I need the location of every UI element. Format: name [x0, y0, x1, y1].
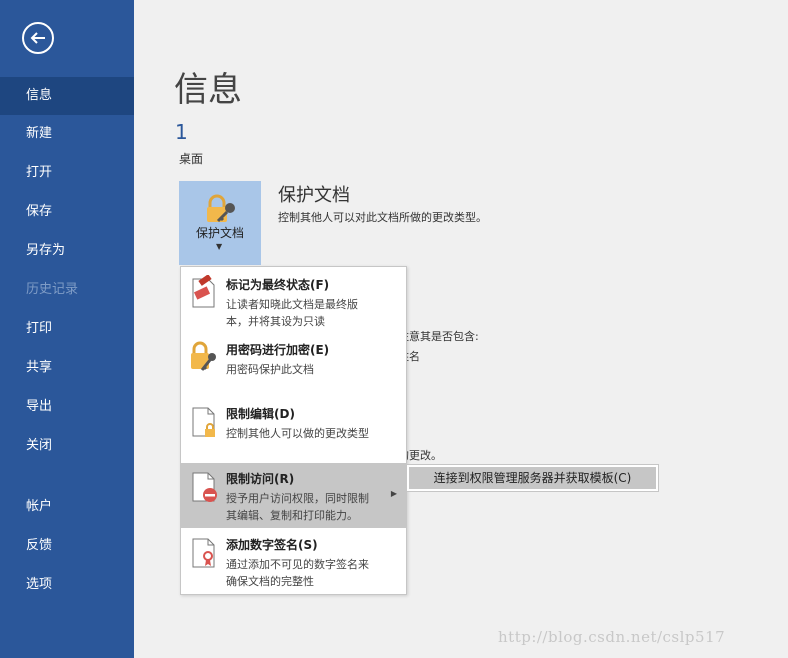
- menu-item-restrict-editing[interactable]: 限制编辑(D) 控制其他人可以做的更改类型: [181, 398, 406, 462]
- restrict-access-description: 授予用户访问权限，同时限制 其编辑、复制和打印能力。: [226, 492, 369, 522]
- backstage-sidebar: 信息 新建 打开 保存 另存为 历史记录 打印 共享 导出 关闭 帐户 反馈 选…: [0, 0, 134, 658]
- nav-save-as[interactable]: 另存为: [0, 232, 134, 270]
- inspect-fragment: 注意其是否包含:: [398, 330, 479, 343]
- watermark-text: http://blog.csdn.net/cslp517: [498, 628, 726, 646]
- encrypt-description: 用密码保护此文档: [226, 363, 314, 376]
- nav-save[interactable]: 保存: [0, 193, 134, 231]
- nav-account[interactable]: 帐户: [0, 488, 134, 526]
- submenu-arrow-icon: ▶: [390, 489, 397, 498]
- protect-document-button[interactable]: 保护文档 ▼: [179, 181, 261, 265]
- menu-item-digital-signature[interactable]: 添加数字签名(S) 通过添加不可见的数字签名来 确保文档的完整性: [181, 529, 406, 593]
- document-location[interactable]: 桌面: [179, 150, 203, 167]
- protect-document-label: 保护文档: [195, 226, 244, 240]
- nav-open[interactable]: 打开: [0, 154, 134, 192]
- nav-info[interactable]: 信息: [0, 77, 134, 115]
- protect-section-description: 控制其他人可以对此文档所做的更改类型。: [278, 211, 487, 224]
- nav-feedback[interactable]: 反馈: [0, 527, 134, 565]
- nav-print[interactable]: 打印: [0, 310, 134, 348]
- restrict-editing-title: 限制编辑(D): [226, 407, 295, 421]
- final-stamp-icon: [192, 275, 215, 308]
- mark-final-description: 让读者知晓此文档是最终版 本，并将其设为只读: [226, 298, 358, 328]
- nav-new[interactable]: 新建: [0, 115, 134, 153]
- nav-share[interactable]: 共享: [0, 349, 134, 387]
- digital-signature-icon: [192, 538, 215, 568]
- restrict-access-submenu: 连接到权限管理服务器并获取模板(C): [406, 464, 659, 492]
- nav-export[interactable]: 导出: [0, 388, 134, 426]
- page-title: 信息: [174, 70, 242, 110]
- menu-item-restrict-access[interactable]: 限制访问(R) 授予用户访问权限，同时限制 其编辑、复制和打印能力。 ▶: [181, 463, 406, 528]
- arrow-left-icon: [30, 32, 45, 44]
- mark-final-title: 标记为最终状态(F): [226, 278, 330, 292]
- nav-close[interactable]: 关闭: [0, 427, 134, 465]
- menu-item-encrypt-password[interactable]: 用密码进行加密(E) 用密码保护此文档: [181, 334, 406, 396]
- connect-rights-server-item[interactable]: 连接到权限管理服务器并获取模板(C): [409, 467, 656, 489]
- nav-history: 历史记录: [26, 282, 79, 297]
- encrypt-title: 用密码进行加密(E): [226, 343, 330, 357]
- protect-document-menu: 标记为最终状态(F) 让读者知晓此文档是最终版 本，并将其设为只读 用密码进行加…: [180, 266, 407, 595]
- restrict-editing-description: 控制其他人可以做的更改类型: [226, 427, 369, 440]
- protect-section-title: 保护文档: [278, 185, 350, 206]
- nav-options[interactable]: 选项: [0, 566, 134, 604]
- restrict-access-title: 限制访问(R): [226, 472, 295, 486]
- menu-item-mark-final[interactable]: 标记为最终状态(F) 让读者知晓此文档是最终版 本，并将其设为只读: [181, 269, 406, 333]
- restrict-editing-icon: [192, 407, 215, 437]
- dropdown-arrow-icon: ▼: [216, 242, 223, 251]
- lock-key-icon: [191, 341, 216, 371]
- restrict-access-icon: [192, 472, 217, 502]
- document-name: 1: [175, 120, 188, 144]
- lock-key-icon: [207, 194, 235, 223]
- digital-signature-description: 通过添加不可见的数字签名来 确保文档的完整性: [226, 558, 369, 588]
- digital-signature-title: 添加数字签名(S): [226, 538, 318, 552]
- back-button[interactable]: [22, 22, 54, 54]
